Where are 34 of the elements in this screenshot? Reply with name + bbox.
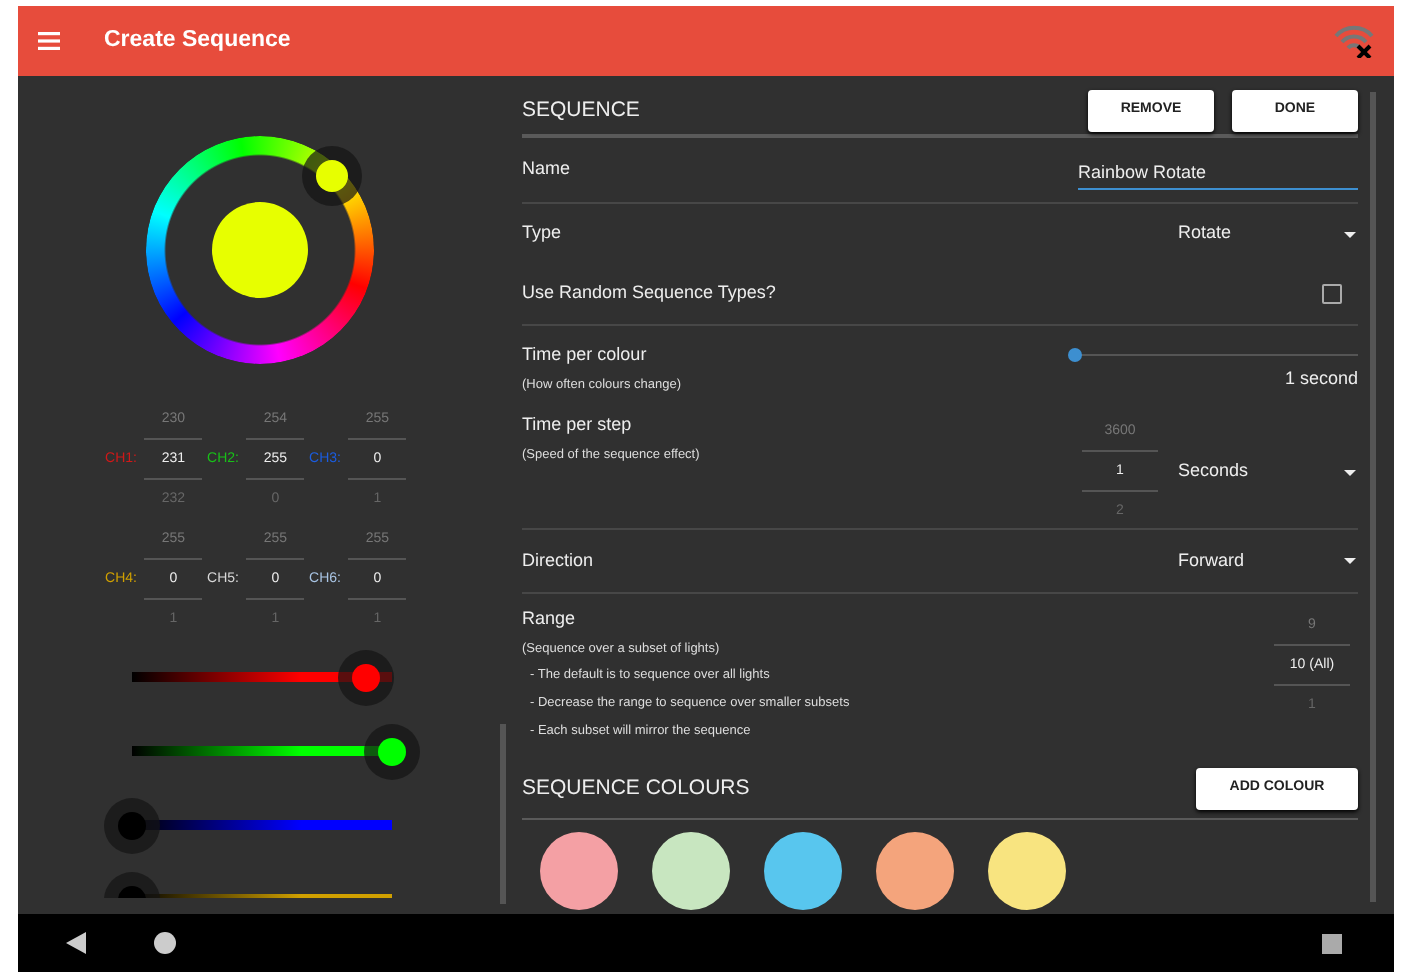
- section-title: SEQUENCE COLOURS: [522, 773, 752, 804]
- field-label: Direction: [522, 547, 596, 574]
- app-title: Create Sequence: [104, 25, 291, 56]
- colour-swatch[interactable]: [988, 832, 1066, 910]
- slider-thumb[interactable]: [118, 811, 146, 839]
- dropdown[interactable]: Seconds: [1178, 452, 1358, 492]
- colour-swatch[interactable]: [764, 832, 842, 910]
- section-title: SEQUENCE: [522, 95, 642, 126]
- caret-icon: [1342, 467, 1358, 477]
- wifi-off-icon: [1334, 24, 1374, 58]
- slider-thumb[interactable]: [378, 737, 406, 765]
- slider-thumb[interactable]: [351, 663, 380, 691]
- field-label: Range: [522, 606, 578, 632]
- field-label: Type: [522, 220, 564, 247]
- field-label: Time per colour: [522, 342, 649, 368]
- slider-reading: 1 second: [1282, 366, 1358, 392]
- scrollbar[interactable]: [1370, 92, 1376, 902]
- home-icon[interactable]: [154, 932, 176, 954]
- slider-thumb[interactable]: [1068, 348, 1082, 362]
- menu-icon[interactable]: [38, 32, 60, 50]
- dropdown[interactable]: Rotate: [1178, 220, 1358, 248]
- colour-swatch[interactable]: [540, 832, 618, 910]
- checkbox[interactable]: [1322, 284, 1342, 304]
- name-field[interactable]: Rainbow Rotate: [1078, 158, 1358, 190]
- field-label: Name: [522, 156, 573, 182]
- dropdown[interactable]: Forward: [1178, 547, 1358, 575]
- field-label: Use Random Sequence Types?: [522, 280, 778, 307]
- colour-swatch[interactable]: [876, 832, 954, 910]
- recents-icon[interactable]: [1322, 933, 1342, 953]
- colour-swatch[interactable]: [652, 832, 730, 910]
- caret-icon: [1342, 229, 1358, 239]
- back-icon[interactable]: [66, 932, 86, 954]
- field-label: Time per step: [522, 412, 634, 438]
- caret-icon: [1342, 556, 1358, 566]
